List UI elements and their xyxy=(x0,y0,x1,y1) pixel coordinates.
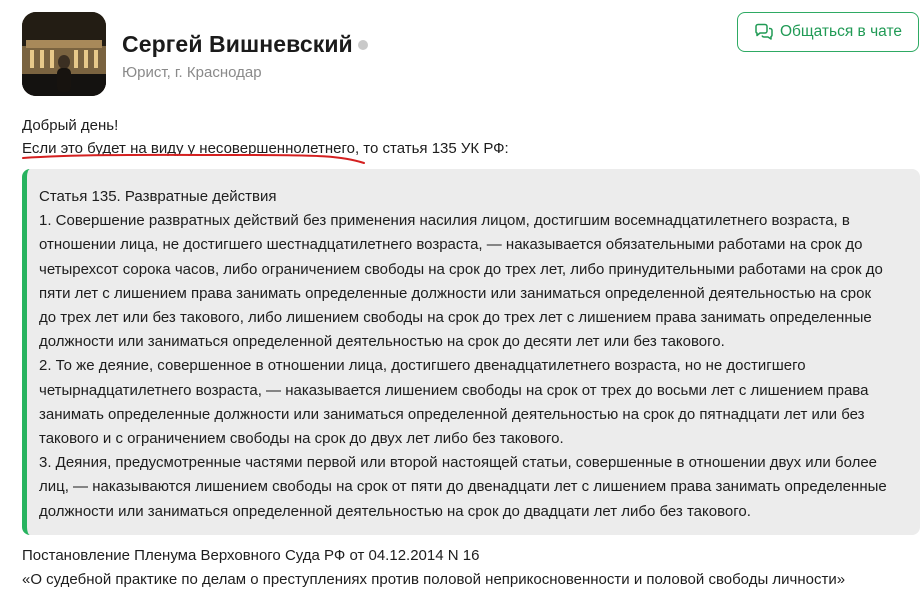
article-quote-block: Статья 135. Развратные действия 1. Совер… xyxy=(22,169,920,535)
quote-line: четырехсот сорока часов, либо ограничени… xyxy=(39,260,883,278)
quote-line: такового и с ограничением свободы на сро… xyxy=(39,430,564,448)
quote-line: 1. Совершение развратных действий без пр… xyxy=(39,212,850,230)
quote-line: должности или заниматься определенной де… xyxy=(39,502,751,520)
quote-line: 2. То же деяние, совершенное в отношении… xyxy=(39,357,806,375)
quote-line: должности или заниматься определенной де… xyxy=(39,333,725,351)
quote-line: лиц, — наказываются лишением свободы на … xyxy=(39,478,887,496)
quote-line: пяти лет с лишением права занимать опред… xyxy=(39,284,872,302)
quote-line: отношении лица, не достигшего шестнадцат… xyxy=(39,236,863,254)
red-underline-mark xyxy=(22,153,365,164)
online-status-dot xyxy=(358,40,368,50)
chat-button[interactable]: Общаться в чате xyxy=(737,12,919,52)
quote-line: до трех лет или без такового, либо лишен… xyxy=(39,309,872,327)
quote-line: 3. Деяния, предусмотренные частями перво… xyxy=(39,454,878,472)
author-subtitle: Юрист, г. Краснодар xyxy=(122,64,262,81)
chat-button-label: Общаться в чате xyxy=(779,23,903,40)
author-name[interactable]: Сергей Вишневский xyxy=(122,31,353,58)
answer-greeting: Добрый день! xyxy=(22,117,119,134)
chat-bubbles-icon xyxy=(754,23,774,41)
resolution-title: «О судебной практике по делам о преступл… xyxy=(22,571,846,588)
quote-line: занимать определенные должности или зани… xyxy=(39,405,865,423)
quote-line: Статья 135. Развратные действия xyxy=(39,188,277,205)
avatar-photo xyxy=(22,12,106,96)
quote-line: четырнадцатилетнего возраста, — наказыва… xyxy=(39,381,869,399)
avatar[interactable] xyxy=(22,12,106,96)
resolution-reference: Постановление Пленума Верховного Суда РФ… xyxy=(22,547,480,564)
